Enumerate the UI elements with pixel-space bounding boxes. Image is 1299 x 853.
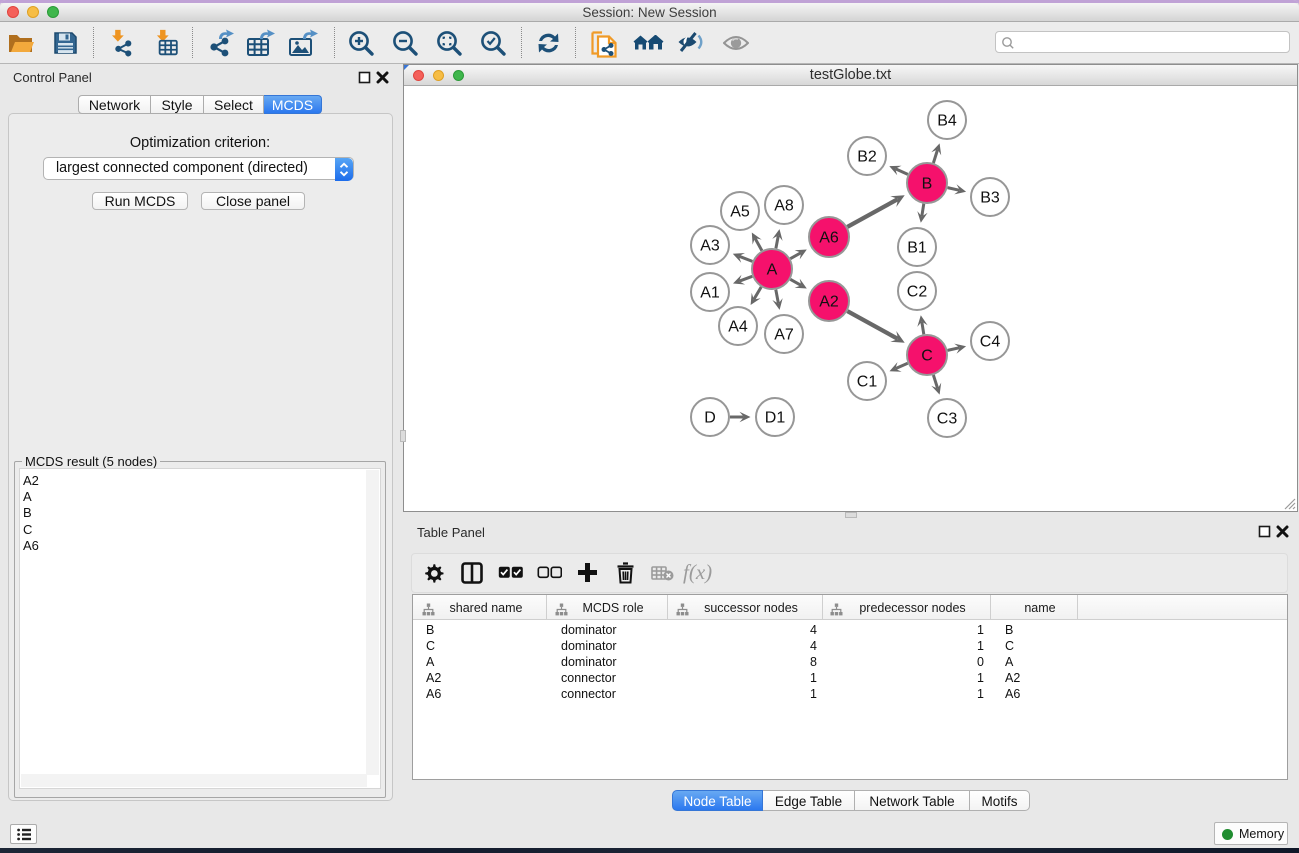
svg-text:A1: A1: [700, 285, 720, 302]
svg-text:B3: B3: [980, 190, 1000, 207]
svg-text:C: C: [921, 348, 933, 365]
svg-text:B: B: [922, 176, 933, 193]
svg-text:A2: A2: [819, 294, 839, 311]
svg-text:A4: A4: [728, 319, 748, 336]
svg-text:C3: C3: [937, 411, 958, 428]
svg-text:C1: C1: [857, 374, 878, 391]
svg-text:A6: A6: [819, 230, 839, 247]
svg-text:B1: B1: [907, 240, 927, 257]
svg-text:A7: A7: [774, 327, 794, 344]
svg-text:C4: C4: [980, 334, 1001, 351]
svg-text:A3: A3: [700, 238, 720, 255]
svg-text:A: A: [767, 262, 778, 279]
svg-text:B2: B2: [857, 149, 877, 166]
svg-text:A8: A8: [774, 198, 794, 215]
svg-text:A5: A5: [730, 204, 750, 221]
svg-text:D: D: [704, 410, 716, 427]
svg-text:D1: D1: [765, 410, 786, 427]
svg-text:B4: B4: [937, 113, 957, 130]
svg-text:C2: C2: [907, 284, 928, 301]
